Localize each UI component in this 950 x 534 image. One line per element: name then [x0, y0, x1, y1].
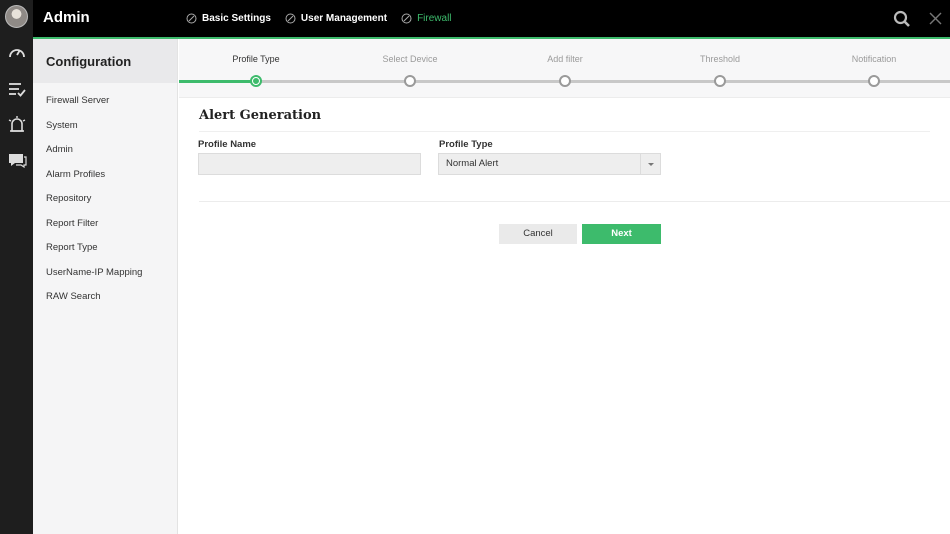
step-dot — [714, 75, 726, 87]
sidebar-item-firewall-server[interactable]: Firewall Server — [33, 89, 177, 114]
step-label: Threshold — [699, 54, 741, 64]
step-label: Profile Type — [232, 54, 280, 64]
check-circle-icon — [186, 13, 197, 24]
breadcrumb-user-management[interactable]: User Management — [285, 13, 387, 24]
dashboard-icon[interactable] — [7, 43, 27, 61]
profile-name-input[interactable] — [198, 153, 421, 175]
next-button[interactable]: Next — [582, 224, 661, 244]
step-dot — [404, 75, 416, 87]
profile-type-label: Profile Type — [439, 139, 493, 150]
breadcrumb: Basic Settings User Management Firewall — [186, 0, 466, 37]
search-icon[interactable] — [893, 10, 911, 28]
sidebar-item-alarm-profiles[interactable]: Alarm Profiles — [33, 163, 177, 188]
chevron-down-icon[interactable] — [640, 154, 660, 174]
close-icon[interactable] — [928, 11, 943, 26]
profile-name-label: Profile Name — [198, 139, 257, 150]
divider — [199, 131, 930, 132]
step-dot — [868, 75, 880, 87]
section-title: Alert Generation — [199, 108, 322, 123]
step-dot — [559, 75, 571, 87]
sidebar-item-report-type[interactable]: Report Type — [33, 236, 177, 261]
step-dot — [250, 75, 262, 87]
step-add-filter[interactable]: Add filter — [505, 39, 625, 87]
main-content: Profile Type Select Device Add filter Th… — [179, 39, 950, 534]
divider — [199, 201, 950, 202]
sidebar-item-system[interactable]: System — [33, 114, 177, 139]
profile-type-value: Normal Alert — [446, 158, 499, 169]
sidebar-item-raw-search[interactable]: RAW Search — [33, 285, 177, 310]
step-threshold[interactable]: Threshold — [660, 39, 780, 87]
avatar[interactable] — [5, 5, 28, 28]
alarm-icon[interactable] — [7, 115, 27, 133]
breadcrumb-firewall[interactable]: Firewall — [401, 13, 452, 24]
sidebar-item-repository[interactable]: Repository — [33, 187, 177, 212]
step-label: Add filter — [547, 54, 583, 64]
step-label: Notification — [851, 54, 897, 64]
chat-icon[interactable] — [7, 151, 27, 169]
icon-rail — [0, 0, 33, 534]
breadcrumb-label: User Management — [300, 13, 388, 24]
breadcrumb-label: Firewall — [417, 13, 452, 24]
breadcrumb-label: Basic Settings — [202, 13, 271, 24]
breadcrumb-basic-settings[interactable]: Basic Settings — [186, 13, 271, 24]
stepper-progress — [179, 80, 256, 83]
step-notification[interactable]: Notification — [814, 39, 934, 87]
app-title: Admin — [43, 9, 90, 26]
config-sidebar: Configuration Firewall Server System Adm… — [33, 39, 178, 534]
check-circle-icon — [401, 13, 412, 24]
cancel-button[interactable]: Cancel — [499, 224, 577, 244]
sidebar-title: Configuration — [33, 39, 177, 83]
wizard-stepper: Profile Type Select Device Add filter Th… — [179, 39, 950, 98]
sidebar-item-username-ip-mapping[interactable]: UserName-IP Mapping — [33, 261, 177, 286]
checklist-icon[interactable] — [7, 80, 27, 98]
step-label: Select Device — [382, 54, 438, 64]
check-circle-icon — [285, 13, 296, 24]
sidebar-item-report-filter[interactable]: Report Filter — [33, 212, 177, 237]
top-bar: Admin Basic Settings User Management Fir… — [33, 0, 950, 39]
step-profile-type[interactable]: Profile Type — [196, 39, 316, 87]
profile-type-select[interactable]: Normal Alert — [438, 153, 661, 175]
step-select-device[interactable]: Select Device — [350, 39, 470, 87]
sidebar-item-admin[interactable]: Admin — [33, 138, 177, 163]
